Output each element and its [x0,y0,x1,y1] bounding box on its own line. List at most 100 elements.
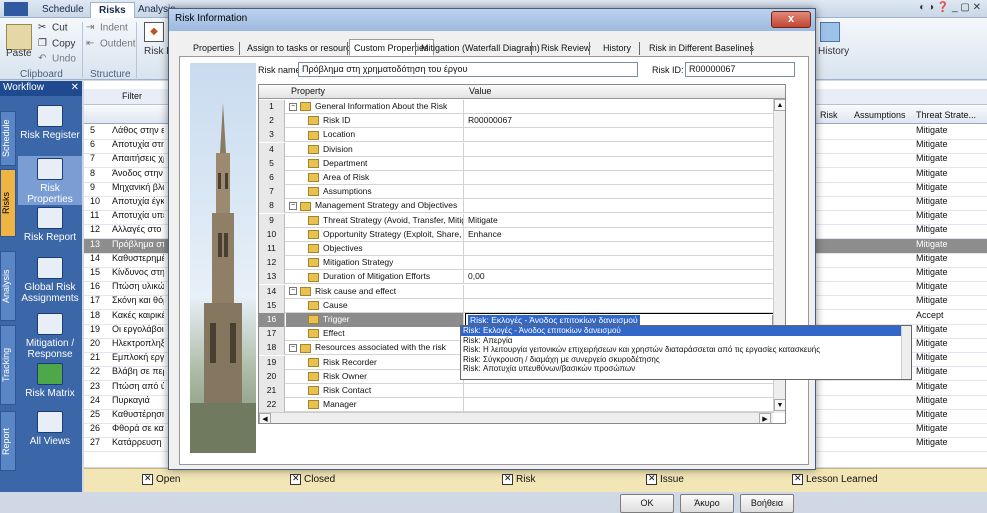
dropdown-option[interactable]: Risk: Απεργία [461,336,911,346]
horizontal-scrollbar[interactable]: ◀ ▶ [259,412,773,423]
property-row[interactable]: 12 Mitigation Strategy [259,256,785,271]
paste-button[interactable]: Paste [6,48,32,59]
property-value[interactable]: Enhance [465,228,785,242]
row-number: 1 [259,100,285,114]
property-value[interactable] [465,242,785,256]
wf-risk-properties[interactable]: Risk Properties [18,156,82,205]
property-value[interactable]: Mitigate [465,214,785,228]
wf-risk-report[interactable]: Risk Report [18,207,82,243]
property-row[interactable]: 5 Department [259,156,785,171]
scroll-right-icon[interactable]: ▶ [759,413,771,423]
trigger-value: Risk: Εκλογές - Άνοδος επιτοκίων δανεισμ… [468,315,640,325]
tab-history[interactable]: History [599,41,635,55]
property-value[interactable] [465,157,785,171]
tab-schedule[interactable]: Schedule [34,2,92,18]
col-assumptions[interactable]: Assumptions [854,110,906,120]
property-value[interactable] [465,384,785,398]
property-value[interactable] [465,299,785,313]
wf-all-views[interactable]: All Views [18,411,82,447]
property-row[interactable]: 13 Duration of Mitigation Efforts 0,00 [259,270,785,285]
close-icon[interactable]: ✕ [71,82,79,93]
property-row[interactable]: 8− Management Strategy and Objectives [259,199,785,214]
undo-button[interactable]: ↶ Undo [38,53,76,65]
property-value[interactable]: R00000067 [465,114,785,128]
tab-properties[interactable]: Properties [189,41,238,55]
close-button[interactable]: x [771,11,811,28]
property-row[interactable]: 4 Division [259,142,785,157]
property-row[interactable]: 6 Area of Risk [259,171,785,185]
sidetab-analysis[interactable]: Analysis [0,251,16,321]
property-value[interactable] [465,128,785,142]
property-value[interactable] [465,100,785,114]
sidetab-risks[interactable]: Risks [0,169,16,237]
dropdown-option[interactable]: Risk: Σύγκρουση / διαμάχη με συνεργείο σ… [461,355,911,365]
wf-risk-matrix[interactable]: Risk Matrix [18,363,82,399]
risk-name-cell: Πτώση από ύψ [112,380,164,391]
collapse-icon[interactable]: − [289,202,297,211]
history-button[interactable]: History [818,46,849,57]
property-value[interactable] [465,285,785,299]
trigger-dropdown-list[interactable]: Risk: Εκλογές - Άνοδος επιτοκίων δανεισμ… [460,325,912,380]
outdent-button[interactable]: ⇤ Outdent [86,38,136,50]
col-threat-strategy[interactable]: Threat Strate... [916,110,976,120]
tab-risks[interactable]: Risks [90,2,135,18]
ok-button[interactable]: OK [620,494,674,513]
collapse-icon[interactable]: − [289,344,297,353]
property-value[interactable] [465,398,785,412]
property-name: Risk Contact [286,384,464,398]
property-row[interactable]: 22 Manager [259,398,785,413]
col-risk[interactable]: Risk [820,110,838,120]
collapse-icon[interactable]: − [289,287,297,296]
window-controls[interactable]: ◐ ◑ ❓ _ ▢ ✕ [919,2,981,13]
risk-name-input[interactable]: Πρόβλημα στη χρηματοδότηση του έργου [298,62,638,77]
col-value[interactable]: Value [469,86,491,96]
wf-risk-register[interactable]: Risk Register [18,105,82,141]
dropdown-scrollbar[interactable] [901,326,911,379]
copy-button[interactable]: ❐ Copy [38,38,75,50]
property-row[interactable]: 3 Location [259,128,785,143]
row-number: 5 [90,125,96,135]
dropdown-option[interactable]: Risk: Η λειτουργία γειτονικών επιχειρήσε… [461,345,911,355]
property-value[interactable] [465,256,785,270]
property-row[interactable]: 15 Cause [259,298,785,313]
property-icon [308,116,319,126]
col-property[interactable]: Property [291,86,325,96]
property-value[interactable] [465,143,785,157]
property-value[interactable] [465,171,785,185]
property-row[interactable]: 11 Objectives [259,242,785,256]
property-name: Opportunity Strategy (Exploit, Share, Er [286,227,464,242]
risk-id-input[interactable]: R00000067 [685,62,795,77]
property-row[interactable]: 9 Threat Strategy (Avoid, Transfer, Mitig… [259,213,785,228]
cut-button[interactable]: ✂ Cut [38,22,68,34]
app-menu-button[interactable] [4,2,28,16]
property-row[interactable]: 10 Opportunity Strategy (Exploit, Share, … [259,227,785,242]
wf-mitigation-response[interactable]: Mitigation / Response [18,313,82,360]
dropdown-option[interactable]: Risk: Εκλογές - Άνοδος επιτοκίων δανεισμ… [461,326,911,336]
dropdown-option[interactable]: Risk: Αποτυχία υπευθύνων/βασικών προσώπω… [461,364,911,374]
scroll-up-icon[interactable]: ▲ [774,99,785,111]
dialog-tabs: Properties Assign to tasks or resources … [179,39,809,57]
sidetab-report[interactable]: Report [0,411,16,471]
tab-baselines[interactable]: Risk in Different Baselines [645,41,758,55]
property-value[interactable] [465,199,785,213]
cancel-button[interactable]: Άκυρο [680,494,734,513]
wf-global-risk-assignments[interactable]: Global Risk Assignments [18,257,82,304]
scroll-left-icon[interactable]: ◀ [259,413,271,423]
property-row[interactable]: 7 Assumptions [259,185,785,200]
scroll-down-icon[interactable]: ▼ [774,399,785,411]
property-row[interactable]: 21 Risk Contact [259,384,785,398]
collapse-icon[interactable]: − [289,102,297,111]
workflow-panel: Workflow ✕ Schedule Risks Analysis Tracki… [0,81,82,492]
property-row[interactable]: 1− General Information About the Risk [259,100,785,114]
tab-mitigation[interactable]: Mitigation (Waterfall Diagram) [417,41,544,55]
help-button[interactable]: Βοήθεια [740,494,794,513]
property-value[interactable] [465,185,785,199]
sidetab-schedule[interactable]: Schedule [0,111,16,166]
property-row[interactable]: 2 Risk ID R00000067 [259,114,785,129]
indent-button[interactable]: ⇥ Indent [86,22,128,34]
tab-risk-review[interactable]: Risk Review [537,41,595,55]
property-row[interactable]: 14− Risk cause and effect [259,284,785,299]
tab-assign[interactable]: Assign to tasks or resources [243,41,364,55]
property-value[interactable]: 0,00 [465,270,785,284]
sidetab-tracking[interactable]: Tracking [0,325,16,405]
